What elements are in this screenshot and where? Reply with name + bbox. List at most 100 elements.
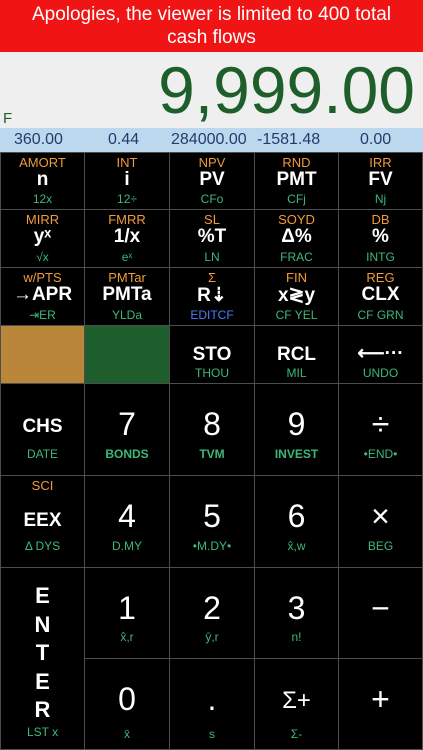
key-label-bottom: ŷ,r xyxy=(205,630,219,644)
enter-letter: N xyxy=(34,611,51,637)
key-label-main: 2 xyxy=(203,590,221,626)
key-label-bottom: Nj xyxy=(374,192,387,206)
key-label-main: PV xyxy=(199,169,225,190)
key-6[interactable]: 6 x̂,w xyxy=(254,475,339,568)
key-label-bottom: CFo xyxy=(200,192,224,206)
key-label-main: 5 xyxy=(203,498,221,534)
key-percent[interactable]: DB % INTG xyxy=(338,209,423,268)
key-sigma-plus[interactable]: Σ+ Σ- xyxy=(254,658,339,750)
key-multiply[interactable]: × BEG xyxy=(338,475,423,568)
key-fv[interactable]: IRR FV Nj xyxy=(338,152,423,210)
key-label-main: Δ% xyxy=(281,226,312,247)
key-swap-xy[interactable]: FIN x≷y CF YEL xyxy=(254,267,339,326)
key-label-main: →APR xyxy=(12,284,73,305)
key-label-bottom: •M.DY• xyxy=(192,539,232,553)
key-label-main: Σ+ xyxy=(282,687,311,714)
key-label-main: %T xyxy=(197,226,227,247)
key-label-bottom: n! xyxy=(291,630,302,644)
key-label-top: MIRR xyxy=(25,212,60,227)
key-4[interactable]: 4 D.MY xyxy=(84,475,170,568)
key-label-bottom: BONDS xyxy=(105,447,149,461)
key-clx[interactable]: REG CLX CF GRN xyxy=(338,267,423,326)
key-label-bottom: EDITCF xyxy=(190,308,234,322)
backspace-icon: ⟵··· xyxy=(357,343,404,364)
display-value: 9,999.00 xyxy=(158,53,415,127)
register-n: 360.00 xyxy=(14,131,63,148)
enter-letter: E xyxy=(35,583,50,608)
key-label-main: PMTa xyxy=(102,284,152,305)
key-label-bottom: CF GRN xyxy=(357,308,404,322)
key-8[interactable]: 8 TVM xyxy=(169,383,255,476)
key-label-bottom: 12x xyxy=(32,192,53,206)
key-label-bottom: CFj xyxy=(287,192,306,206)
key-label-top: PMTar xyxy=(108,270,146,285)
key-delta-percent[interactable]: SOYD Δ% FRAC xyxy=(254,209,339,268)
key-label-top: REG xyxy=(366,270,395,285)
key-label-top: DB xyxy=(371,212,390,227)
key-pmt[interactable]: RND PMT CFj xyxy=(254,152,339,210)
key-label-main: 8 xyxy=(203,406,221,442)
key-percent-total[interactable]: SL %T LN xyxy=(169,209,255,268)
enter-letter: R xyxy=(34,697,51,722)
key-chs[interactable]: CHS DATE xyxy=(0,383,85,476)
key-5[interactable]: 5 •M.DY• xyxy=(169,475,255,568)
key-i[interactable]: INT i 12÷ xyxy=(84,152,170,210)
key-label-bottom: THOU xyxy=(195,366,229,380)
banner-line-2: cash flows xyxy=(167,27,256,48)
key-label-main: 6 xyxy=(287,498,306,534)
key-divide[interactable]: ÷ •END• xyxy=(338,383,423,476)
display: 9,999.00 F xyxy=(0,52,423,128)
key-label-bottom: INVEST xyxy=(274,447,319,461)
key-subtract[interactable]: − xyxy=(338,567,423,659)
multiply-icon: × xyxy=(371,498,390,534)
key-2[interactable]: 2 ŷ,r xyxy=(169,567,255,659)
key-roll-down[interactable]: Σ R⇣ EDITCF xyxy=(169,267,255,326)
key-label-top: FMRR xyxy=(108,212,146,227)
key-backspace[interactable]: ⟵··· UNDO xyxy=(338,325,423,384)
key-label-main: RCL xyxy=(276,344,317,365)
key-enter[interactable]: E N T E R LST x xyxy=(0,567,85,750)
key-y-power-x[interactable]: MIRR yˣ √x xyxy=(0,209,85,268)
key-label-bottom: CF YEL xyxy=(275,308,318,322)
enter-letter: E xyxy=(35,668,50,694)
key-label-bottom: Δ DYS xyxy=(24,539,61,553)
g-shift-key[interactable] xyxy=(84,325,170,384)
key-add[interactable]: + xyxy=(338,658,423,750)
key-reciprocal[interactable]: FMRR 1/x eˣ xyxy=(84,209,170,268)
key-pmta[interactable]: PMTar PMTa YLDa xyxy=(84,267,170,326)
key-label-bottom: UNDO xyxy=(362,366,399,380)
key-label-bottom: √x xyxy=(36,250,49,264)
key-label-top: SCI xyxy=(31,478,54,493)
plus-icon: + xyxy=(371,681,390,717)
key-rcl[interactable]: RCL MIL xyxy=(254,325,339,384)
key-label-top: NPV xyxy=(198,155,226,170)
key-apr[interactable]: w/PTS →APR ⇥ER xyxy=(0,267,85,326)
key-7[interactable]: 7 BONDS xyxy=(84,383,170,476)
key-3[interactable]: 3 n! xyxy=(254,567,339,659)
key-label-main: CLX xyxy=(361,284,400,305)
key-label-bottom: FRAC xyxy=(280,250,313,264)
key-eex[interactable]: SCI EEX Δ DYS xyxy=(0,475,85,568)
key-label-bottom: MIL xyxy=(286,366,307,380)
f-shift-key[interactable] xyxy=(0,325,85,384)
key-decimal[interactable]: . s xyxy=(169,658,255,750)
key-label-main: % xyxy=(372,226,389,247)
key-9[interactable]: 9 INVEST xyxy=(254,383,339,476)
key-1[interactable]: 1 x̂,r xyxy=(84,567,170,659)
key-label-top: INT xyxy=(116,155,138,170)
key-label-main: CHS xyxy=(22,416,63,437)
key-label-bottom: LN xyxy=(204,250,220,264)
key-label-main: yˣ xyxy=(33,226,52,247)
key-sto[interactable]: STO THOU xyxy=(169,325,255,384)
register-pmt: -1581.48 xyxy=(257,131,321,148)
key-label-main: 3 xyxy=(287,590,306,626)
key-n[interactable]: AMORT n 12x xyxy=(0,152,85,210)
key-label-main: 0 xyxy=(118,681,136,717)
key-pv[interactable]: NPV PV CFo xyxy=(169,152,255,210)
key-label-bottom: x̄ xyxy=(124,727,130,741)
banner-line-1: Apologies, the viewer is limited to 400 … xyxy=(31,4,392,25)
key-label-top: SL xyxy=(204,212,220,227)
key-0[interactable]: 0 x̄ xyxy=(84,658,170,750)
key-label-bottom: INTG xyxy=(366,250,395,264)
key-label-main: 4 xyxy=(118,498,136,534)
